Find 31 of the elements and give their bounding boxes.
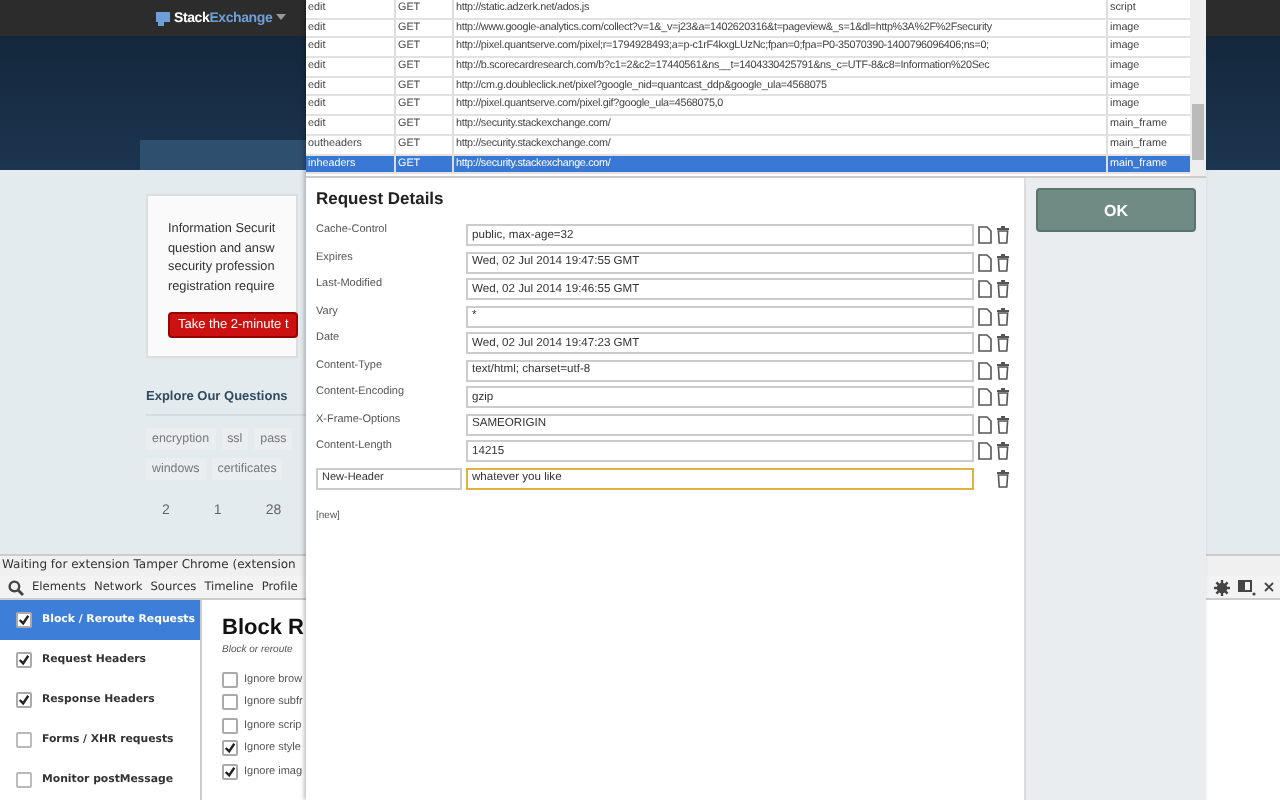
trash-icon [996,361,1010,380]
checkbox[interactable] [16,692,32,708]
trash-icon [996,442,1010,461]
checkbox[interactable] [222,717,238,734]
checkbox[interactable] [16,772,32,788]
scroll-thumb[interactable] [1192,104,1204,160]
checkbox[interactable] [222,671,238,688]
checkbox[interactable] [222,763,238,780]
trash-icon [996,253,1010,272]
section-title: Request Details [316,188,446,208]
checkbox[interactable] [16,652,32,668]
checkbox[interactable] [16,612,32,628]
logo-icon [156,11,170,25]
search-icon [8,579,24,595]
checkbox[interactable] [16,732,32,748]
settings-icon [1214,579,1230,595]
checkbox[interactable] [222,740,238,757]
trash-icon [996,334,1010,353]
trash-icon [996,388,1010,407]
scrollbar[interactable] [1190,0,1206,176]
trash-icon [996,226,1010,245]
close-icon [1264,582,1274,592]
panel-title: Block R [222,616,304,640]
trash-icon [996,307,1010,326]
trash-icon [996,415,1010,434]
dock-icon [1238,579,1256,595]
checkbox[interactable] [222,694,238,711]
trash-icon [996,469,1010,488]
ok-button[interactable]: OK [1036,188,1196,232]
caret-icon [276,14,287,22]
trash-icon [996,280,1010,299]
